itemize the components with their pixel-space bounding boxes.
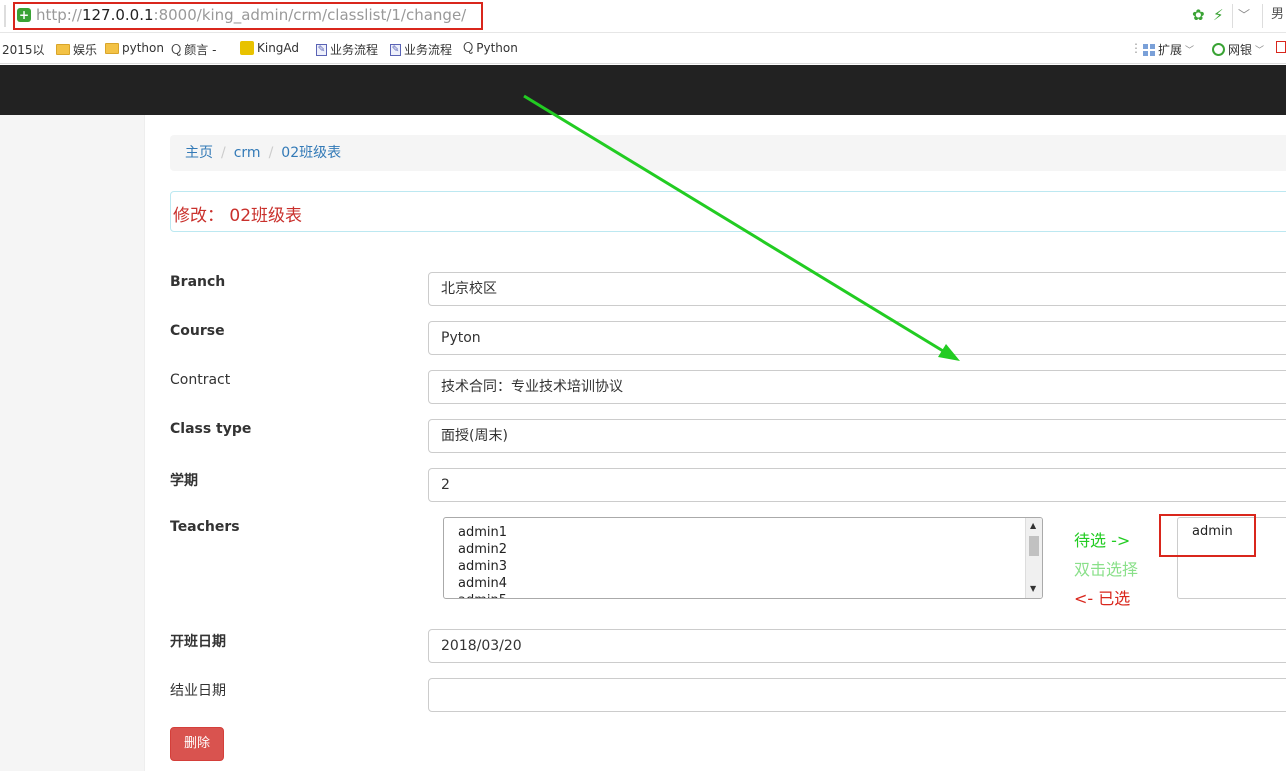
pdf-icon[interactable] [1276, 41, 1286, 53]
course-select[interactable]: Pyton [428, 321, 1286, 355]
browser-address-bar: + http://127.0.0.1:8000/king_admin/crm/c… [0, 0, 1286, 33]
delete-button[interactable]: 删除 [170, 727, 224, 761]
chevron-down-icon[interactable]: ﹀ [1238, 6, 1250, 24]
chevron-down-icon: ﹀ [1255, 46, 1265, 56]
double-click-hint: 双击选择 [1074, 560, 1139, 579]
branch-select[interactable]: 北京校区 [428, 272, 1286, 306]
list-item[interactable]: admin2 [458, 541, 507, 558]
selected-label: <- 已选 [1074, 589, 1131, 608]
class-type-select[interactable]: 面授(周末) [428, 419, 1286, 453]
selected-highlight-box [1159, 514, 1256, 557]
list-item[interactable]: admin5 [458, 592, 507, 598]
course-label: Course [170, 323, 225, 339]
top-navbar [0, 65, 1286, 115]
shield-icon [1212, 43, 1225, 56]
scroll-down-icon[interactable]: ▼ [1030, 584, 1036, 593]
breadcrumb-classlist[interactable]: 02班级表 [281, 145, 341, 161]
bookmark-item[interactable]: 2015以 [2, 41, 45, 58]
teachers-available-list[interactable]: admin1 admin2 admin3 admin4 admin5 ▲ ▼ [443, 517, 1043, 599]
start-date-label: 开班日期 [170, 634, 226, 650]
breadcrumb-separator: / [268, 145, 274, 161]
semester-label: 学期 [170, 473, 198, 489]
scroll-up-icon[interactable]: ▲ [1030, 521, 1036, 530]
refresh-icon[interactable]: ✿ [1192, 6, 1205, 24]
to-select-label: 待选 -> [1074, 531, 1131, 550]
bookmarks-bar: 2015以 娱乐 python Ⴍ 颜言 - KingAd ✎ 业务流程 ✎ 业务流程… [0, 34, 1286, 64]
toolbar-divider [4, 5, 6, 27]
edit-alert: 修改： 02班级表 [170, 191, 1286, 232]
folder-icon [105, 42, 119, 54]
list-item[interactable]: admin3 [458, 558, 507, 575]
url-scheme: http:// [36, 6, 82, 24]
secure-site-icon: + [17, 8, 31, 22]
bookmark-item[interactable]: ✎ 业务流程 [316, 41, 378, 58]
bookmark-item[interactable]: python [105, 41, 164, 55]
edit-icon: ✎ [316, 43, 327, 56]
bookmark-item[interactable]: KingAd [240, 41, 299, 55]
toolbar-divider [1232, 4, 1233, 28]
sidebar [0, 115, 145, 771]
contract-label: Contract [170, 372, 231, 388]
scroll-thumb[interactable] [1029, 536, 1039, 556]
kingad-icon [240, 41, 254, 55]
bookmark-label: Python [476, 41, 518, 55]
bookmark-item[interactable]: Ⴍ 颜言 - [171, 41, 216, 58]
bookmark-label: 业务流程 [404, 43, 453, 57]
bookmark-item[interactable]: Ⴍ Python [463, 41, 518, 55]
bank-menu[interactable]: 网银 ﹀ [1212, 41, 1264, 58]
grid-icon [1143, 43, 1155, 56]
semester-input[interactable]: 2 [428, 468, 1286, 502]
more-dots-icon[interactable]: ⋮ [1130, 41, 1142, 55]
bookmark-label: 颜言 - [184, 43, 217, 57]
toolbar-divider [1262, 4, 1263, 28]
chevron-down-icon: ﹀ [1185, 46, 1195, 56]
url-path: :8000/king_admin/crm/classlist/1/change/ [153, 6, 467, 24]
folder-icon [56, 44, 70, 55]
breadcrumb-home[interactable]: 主页 [185, 145, 213, 161]
bookmark-label: KingAd [257, 41, 300, 55]
list-item[interactable]: admin1 [458, 524, 507, 541]
extensions-label: 扩展 [1158, 43, 1183, 57]
breadcrumb-separator: / [221, 145, 226, 161]
class-type-label: Class type [170, 421, 252, 437]
bookmark-item[interactable]: 娱乐 [56, 41, 97, 58]
bookmark-label: 娱乐 [73, 43, 98, 57]
page-title-object: 02班级表 [229, 206, 303, 226]
branch-label: Branch [170, 274, 226, 290]
url-host: 127.0.0.1 [81, 6, 154, 24]
breadcrumb-crm[interactable]: crm [234, 145, 261, 161]
paw-icon: Ⴍ [463, 41, 474, 55]
end-date-input[interactable] [428, 678, 1286, 712]
start-date-input[interactable]: 2018/03/20 [428, 629, 1286, 663]
breadcrumb: 主页 / crm / 02班级表 [170, 135, 1286, 171]
list-scrollbar[interactable]: ▲ ▼ [1025, 518, 1042, 598]
bookmark-label: 2015以 [2, 43, 45, 57]
page-title: 修改： 02班级表 [173, 201, 302, 226]
end-date-label: 结业日期 [170, 683, 226, 699]
edit-icon: ✎ [390, 43, 401, 56]
teachers-label: Teachers [170, 519, 240, 535]
lightning-icon[interactable]: ⚡ [1213, 6, 1224, 24]
url-field[interactable]: http://127.0.0.1:8000/king_admin/crm/cla… [36, 6, 466, 24]
list-item[interactable]: admin4 [458, 575, 507, 592]
bookmark-label: python [122, 41, 164, 55]
user-menu[interactable]: 男 [1271, 6, 1284, 24]
page-title-prefix: 修改： [173, 206, 224, 226]
bookmark-item[interactable]: ✎ 业务流程 [390, 41, 452, 58]
bank-label: 网银 [1228, 43, 1253, 57]
bookmark-label: 业务流程 [330, 43, 379, 57]
extensions-menu[interactable]: 扩展 ﹀ [1143, 41, 1194, 58]
contract-select[interactable]: 技术合同：专业技术培训协议 [428, 370, 1286, 404]
paw-icon: Ⴍ [171, 42, 182, 57]
